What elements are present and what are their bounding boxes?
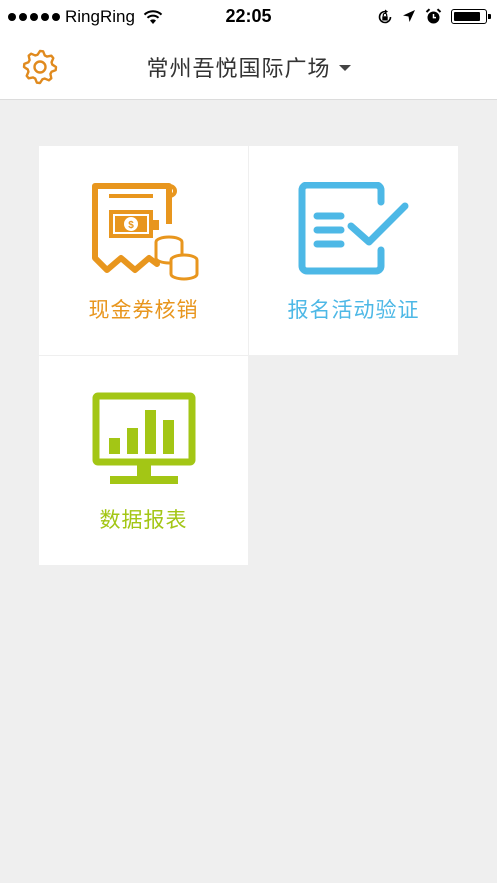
caret-down-icon bbox=[338, 65, 351, 71]
alarm-clock-icon bbox=[425, 8, 442, 24]
status-bar: RingRing 22:05 bbox=[0, 0, 497, 36]
battery-level bbox=[454, 12, 480, 21]
battery-icon bbox=[451, 9, 491, 24]
tile-event-verify[interactable]: 报名活动验证 bbox=[249, 146, 458, 355]
status-right bbox=[377, 8, 491, 25]
tile-data-report[interactable]: 数据报表 bbox=[39, 356, 248, 565]
checklist-icon bbox=[298, 182, 409, 275]
tile-coupon-redeem[interactable]: $ 现金券核销 bbox=[39, 146, 248, 355]
page-title: 常州吾悦国际广场 bbox=[146, 57, 331, 82]
nav-bar: 常州吾悦国际广场 bbox=[0, 36, 497, 100]
receipt-coins-icon: $ bbox=[92, 183, 199, 281]
tile-label: 报名活动验证 bbox=[287, 298, 420, 322]
mall-selector[interactable]: 常州吾悦国际广场 bbox=[0, 51, 497, 83]
tile-label: 数据报表 bbox=[99, 508, 188, 532]
tile-label: 现金券核销 bbox=[88, 298, 199, 322]
monitor-chart-icon bbox=[92, 392, 196, 484]
orientation-lock-icon bbox=[378, 9, 392, 23]
svg-text:$: $ bbox=[128, 220, 134, 231]
location-arrow-icon bbox=[403, 10, 415, 22]
